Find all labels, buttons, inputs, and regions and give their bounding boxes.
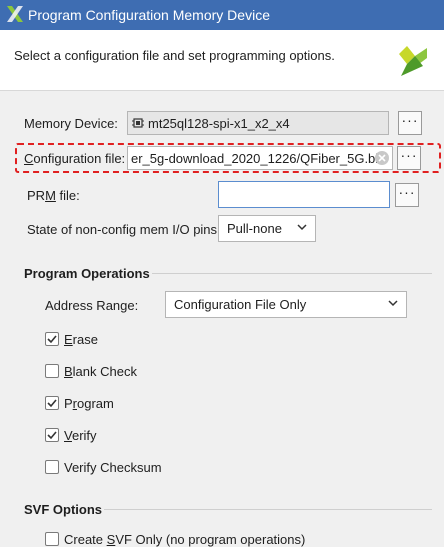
verify-label: Verify	[64, 428, 97, 443]
program-operations-separator	[152, 273, 432, 274]
verify-checkbox[interactable]	[45, 428, 59, 442]
clear-icon[interactable]	[375, 151, 389, 165]
blank-check-label: Blank Check	[64, 364, 137, 379]
state-pins-dropdown[interactable]: Pull-none	[218, 215, 316, 242]
chevron-down-icon	[297, 224, 307, 231]
configuration-file-input[interactable]: er_5g-download_2020_1226/QFiber_5G.bin	[127, 146, 393, 170]
xilinx-logo-icon	[7, 6, 23, 22]
erase-label: Erase	[64, 332, 98, 347]
window-title: Program Configuration Memory Device	[28, 7, 270, 23]
chip-icon	[132, 118, 144, 128]
blank-check-checkbox[interactable]	[45, 364, 59, 378]
address-range-label: Address Range:	[45, 298, 139, 313]
xilinx-brand-logo-icon	[399, 46, 427, 76]
program-operations-heading: Program Operations	[24, 266, 150, 281]
memory-device-label: Memory Device:	[24, 116, 118, 131]
prm-file-input[interactable]	[218, 181, 390, 208]
address-range-dropdown[interactable]: Configuration File Only	[165, 291, 407, 318]
verify-checksum-label: Verify Checksum	[64, 460, 162, 475]
create-svf-only-checkbox[interactable]	[45, 532, 59, 546]
checkmark-icon	[47, 335, 57, 344]
state-pins-label: State of non-config mem I/O pins:	[27, 222, 221, 237]
program-checkbox[interactable]	[45, 396, 59, 410]
chevron-down-icon	[388, 300, 398, 307]
program-label: Program	[64, 396, 114, 411]
memory-device-value: mt25ql128-spi-x1_x2_x4	[148, 116, 290, 131]
create-svf-only-label: Create SVF Only (no program operations)	[64, 532, 306, 547]
prm-file-label: PRM file:	[27, 188, 80, 203]
configuration-file-browse-button[interactable]: ···	[397, 146, 421, 170]
state-pins-value: Pull-none	[227, 221, 282, 236]
verify-checksum-checkbox[interactable]	[45, 460, 59, 474]
checkmark-icon	[47, 431, 57, 440]
configuration-file-value: er_5g-download_2020_1226/QFiber_5G.bin	[131, 151, 386, 166]
dialog-description: Select a configuration file and set prog…	[14, 48, 335, 63]
address-range-value: Configuration File Only	[174, 297, 307, 312]
prm-file-browse-button[interactable]: ···	[395, 183, 419, 207]
erase-checkbox[interactable]	[45, 332, 59, 346]
memory-device-browse-button[interactable]: ···	[398, 111, 422, 135]
configuration-file-label: Configuration file:	[24, 151, 126, 166]
svf-options-heading: SVF Options	[24, 502, 102, 517]
checkmark-icon	[47, 399, 57, 408]
memory-device-field: mt25ql128-spi-x1_x2_x4	[127, 111, 389, 135]
dialog-header: Select a configuration file and set prog…	[0, 30, 444, 91]
svf-options-separator	[104, 509, 432, 510]
title-bar: Program Configuration Memory Device	[0, 0, 444, 30]
